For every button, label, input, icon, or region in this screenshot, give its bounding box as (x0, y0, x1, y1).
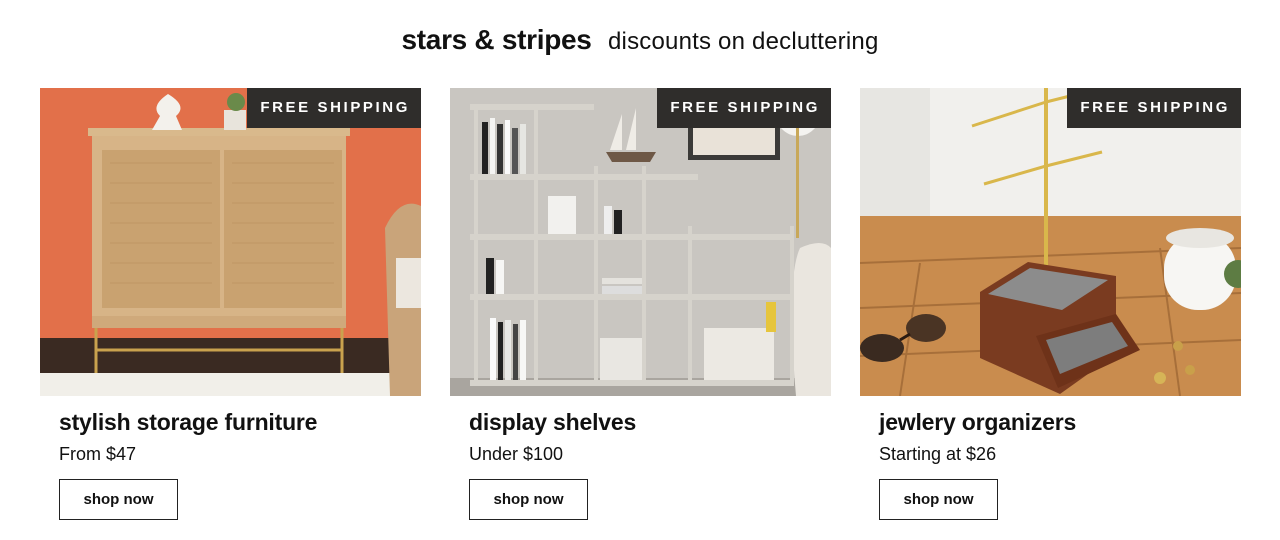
free-shipping-badge: FREE SHIPPING (1067, 88, 1241, 128)
storage-furniture-image[interactable]: FREE SHIPPING (40, 88, 421, 396)
bookshelf-photo (450, 88, 831, 396)
shop-now-button[interactable]: shop now (469, 479, 588, 520)
promo-header: stars & stripes discounts on declutterin… (0, 24, 1280, 56)
product-card-shelves[interactable]: FREE SHIPPING display shelves Under $100… (450, 88, 831, 520)
shop-now-button[interactable]: shop now (879, 479, 998, 520)
card-price: Starting at $26 (879, 444, 997, 464)
product-card-storage[interactable]: FREE SHIPPING stylish storage furniture … (40, 88, 421, 520)
display-shelves-image[interactable]: FREE SHIPPING (450, 88, 831, 396)
card-title[interactable]: jewlery organizers (879, 409, 1241, 436)
card-price: From $47 (59, 444, 137, 464)
promo-brand-title: stars & stripes (401, 24, 592, 55)
card-price: Under $100 (469, 444, 564, 464)
card-title[interactable]: stylish storage furniture (59, 409, 421, 436)
promo-tagline: discounts on decluttering (608, 28, 879, 55)
jewelry-stand-photo (860, 88, 1241, 396)
rattan-cabinet-photo (40, 88, 421, 396)
free-shipping-badge: FREE SHIPPING (247, 88, 421, 128)
jewelry-organizers-image[interactable]: FREE SHIPPING (860, 88, 1241, 396)
product-card-jewelry[interactable]: FREE SHIPPING jewlery organizers Startin… (860, 88, 1241, 520)
card-title[interactable]: display shelves (469, 409, 831, 436)
shop-now-button[interactable]: shop now (59, 479, 178, 520)
free-shipping-badge: FREE SHIPPING (657, 88, 831, 128)
